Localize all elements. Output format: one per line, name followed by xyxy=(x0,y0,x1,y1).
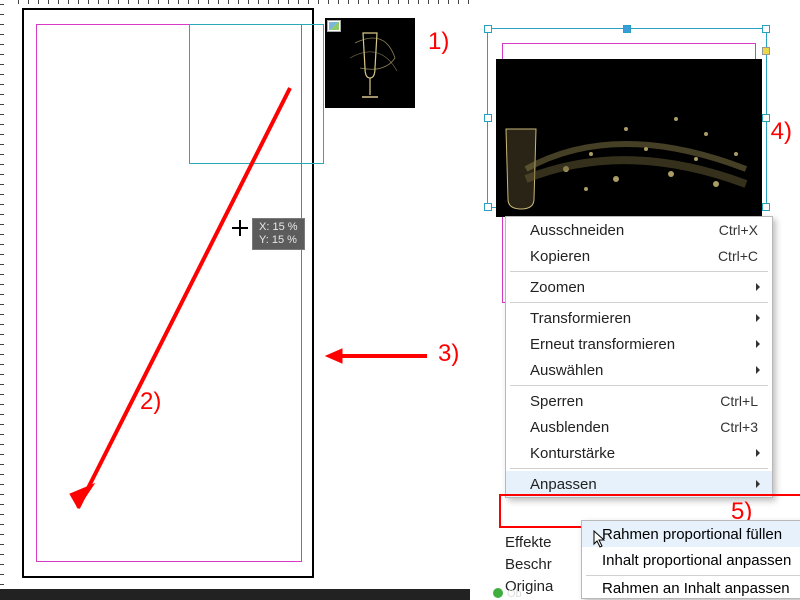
submenu-item-fit-content-proportionally[interactable]: Inhalt proportional anpassen xyxy=(582,547,800,573)
context-menu[interactable]: Ausschneiden Ctrl+X Kopieren Ctrl+C Zoom… xyxy=(505,216,773,498)
menu-label: Auswählen xyxy=(530,362,603,379)
annotation-label-3: 3) xyxy=(438,340,459,368)
resize-handle-tr[interactable] xyxy=(762,25,770,33)
menu-shortcut: Ctrl+C xyxy=(718,248,758,264)
menu-item-copy[interactable]: Kopieren Ctrl+C xyxy=(506,243,772,269)
dragged-image-thumbnail[interactable] xyxy=(325,18,415,108)
annotation-label-2: 2) xyxy=(140,388,161,416)
menu-label: Kopieren xyxy=(530,248,590,265)
fit-submenu[interactable]: Rahmen proportional füllen Inhalt propor… xyxy=(581,520,800,599)
menu-separator xyxy=(510,468,768,469)
menu-item-retransform[interactable]: Erneut transformieren xyxy=(506,331,772,357)
submenu-label: Rahmen an Inhalt anpassen xyxy=(602,580,790,597)
menu-separator xyxy=(510,385,768,386)
right-document-canvas[interactable]: 4) Ausschneiden Ctrl+X Kopieren Ctrl+C Z… xyxy=(475,0,800,600)
menu-label: Sperren xyxy=(530,393,583,410)
annotation-label-1: 1) xyxy=(428,28,449,56)
menu-item-transform[interactable]: Transformieren xyxy=(506,305,772,331)
menu-label: Ausblenden xyxy=(530,419,609,436)
champagne-glass-icon xyxy=(335,23,405,103)
ruler-horizontal xyxy=(18,0,470,4)
menu-item-caption-clipped[interactable]: Beschr xyxy=(505,554,553,576)
image-icon xyxy=(327,20,341,32)
submenu-item-frame-to-content[interactable]: Rahmen an Inhalt anpassen xyxy=(582,578,800,598)
champagne-splash-icon xyxy=(496,59,762,217)
menu-label: Transformieren xyxy=(530,310,631,327)
menu-separator xyxy=(510,271,768,272)
menu-item-effects-clipped[interactable]: Effekte xyxy=(505,532,553,554)
menu-shortcut: Ctrl+3 xyxy=(720,419,758,435)
resize-handle-bl[interactable] xyxy=(484,203,492,211)
resize-handle-tl[interactable] xyxy=(484,25,492,33)
status-indicator-icon xyxy=(493,588,503,598)
selected-image-frame[interactable] xyxy=(487,28,767,208)
status-text: Ob xyxy=(507,588,522,600)
menu-item-lock[interactable]: Sperren Ctrl+L xyxy=(506,388,772,414)
menu-item-cut[interactable]: Ausschneiden Ctrl+X xyxy=(506,217,772,243)
menu-separator xyxy=(586,575,800,576)
app-statusbar-strip xyxy=(0,589,470,600)
menu-item-stroke[interactable]: Konturstärke xyxy=(506,440,772,466)
submenu-label: Rahmen proportional füllen xyxy=(602,526,782,543)
menu-label: Zoomen xyxy=(530,279,585,296)
left-document-canvas[interactable]: X: 15 % Y: 15 % 1) 2) 3) xyxy=(0,0,470,600)
menu-item-hide[interactable]: Ausblenden Ctrl+3 xyxy=(506,414,772,440)
resize-handle-br[interactable] xyxy=(762,203,770,211)
submenu-label: Inhalt proportional anpassen xyxy=(602,552,791,569)
menu-shortcut: Ctrl+L xyxy=(720,393,758,409)
ruler-vertical xyxy=(0,4,4,600)
annotation-arrow-2 xyxy=(60,80,300,520)
menu-separator xyxy=(510,302,768,303)
menu-label: Anpassen xyxy=(530,476,597,493)
annotation-label-4: 4) xyxy=(771,118,792,146)
placed-image[interactable] xyxy=(496,59,762,217)
menu-label: Ausschneiden xyxy=(530,222,624,239)
submenu-item-fill-frame-proportionally[interactable]: Rahmen proportional füllen xyxy=(582,521,800,547)
resize-handle-mr[interactable] xyxy=(762,114,770,122)
menu-label: Konturstärke xyxy=(530,445,615,462)
menu-item-zoom[interactable]: Zoomen xyxy=(506,274,772,300)
resize-handle-ml[interactable] xyxy=(484,114,492,122)
frame-anchor-handle[interactable] xyxy=(762,47,770,55)
menu-label: Erneut transformieren xyxy=(530,336,675,353)
cursor-pointer-icon xyxy=(593,530,609,550)
menu-item-select[interactable]: Auswählen xyxy=(506,357,772,383)
annotation-arrow-3 xyxy=(322,344,432,368)
menu-shortcut: Ctrl+X xyxy=(719,222,758,238)
resize-handle-tm[interactable] xyxy=(623,25,631,33)
